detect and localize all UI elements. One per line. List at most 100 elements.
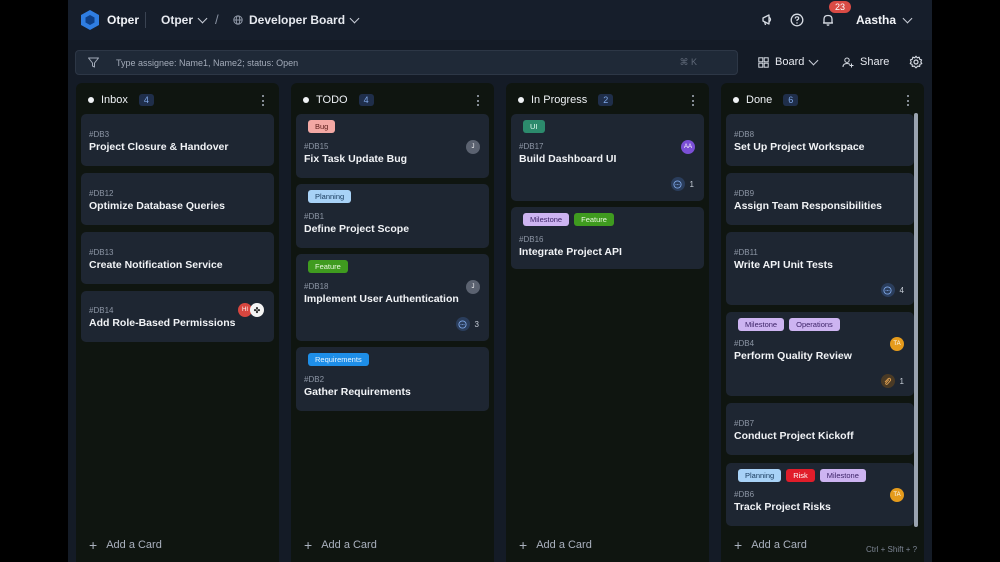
task-card[interactable]: #DB11 Write API Unit Tests 4	[726, 232, 914, 305]
assignee-avatar[interactable]: J	[466, 280, 480, 294]
card-id: #DB17	[519, 142, 544, 151]
plus-icon: +	[519, 537, 528, 553]
add-card-button[interactable]: + Add a Card	[519, 538, 592, 552]
plus-icon: +	[89, 537, 98, 553]
card-title: Assign Team Responsibilities	[734, 200, 883, 212]
add-user-icon	[842, 57, 854, 67]
add-card-label: Add a Card	[321, 539, 377, 551]
board-selector[interactable]: Developer Board	[233, 13, 360, 27]
card-tags: Bug	[308, 120, 336, 133]
status-dot	[303, 97, 309, 103]
task-card[interactable]: #DB8 Set Up Project Workspace	[726, 114, 914, 166]
announcement-icon[interactable]	[760, 12, 776, 28]
task-card[interactable]: Milestone Feature #DB16 Integrate Projec…	[511, 207, 704, 269]
comment-count[interactable]: 4	[880, 283, 904, 297]
task-card[interactable]: Feature #DB18 Implement User Authenticat…	[296, 254, 489, 341]
paperclip-icon	[880, 374, 895, 388]
add-card-button[interactable]: + Add a Card	[89, 538, 162, 552]
column-menu-icon[interactable]	[262, 95, 265, 106]
plus-icon: +	[734, 537, 743, 553]
tag-ui: UI	[523, 120, 545, 133]
assignee-avatar[interactable]: TA	[890, 337, 904, 351]
card-id: #DB11	[734, 248, 758, 257]
column-header: Inbox 4	[88, 94, 154, 106]
globe-icon	[233, 15, 243, 25]
share-button[interactable]: Share	[842, 56, 889, 68]
breadcrumb-separator: /	[215, 12, 219, 27]
assignee-avatar[interactable]: TA	[890, 488, 904, 502]
card-id: #DB4	[734, 339, 755, 348]
column-count-badge: 4	[138, 94, 154, 106]
settings-gear-icon[interactable]	[909, 55, 923, 69]
task-card[interactable]: #DB3 Project Closure & Handover	[81, 114, 274, 166]
tag-planning: Planning	[308, 190, 352, 203]
bell-icon[interactable]	[820, 12, 836, 28]
attachment-count[interactable]: 1	[880, 374, 904, 388]
view-switcher-button[interactable]: Board	[758, 55, 819, 68]
workspace-name: Otper	[161, 13, 194, 27]
view-label: Board	[775, 56, 805, 68]
card-title: Fix Task Update Bug	[304, 153, 408, 165]
workspace-selector[interactable]: Otper	[161, 13, 208, 27]
column-inbox: Inbox 4 #DB3 Project Closure & Handover …	[76, 83, 279, 562]
task-card[interactable]: Bug #DB15 Fix Task Update Bug J	[296, 114, 489, 178]
column-menu-icon[interactable]	[692, 95, 695, 106]
card-title: Create Notification Service	[89, 259, 223, 271]
task-card[interactable]: #DB14 Add Role-Based Permissions HI ✤	[81, 291, 274, 342]
add-card-button[interactable]: + Add a Card	[734, 538, 807, 552]
assignee-avatar[interactable]: ✤	[250, 303, 264, 317]
card-id: #DB16	[519, 235, 544, 244]
column-title: Inbox	[101, 94, 128, 106]
column-done: Done 6 #DB8 Set Up Project Workspace #DB…	[721, 83, 924, 562]
card-title: Optimize Database Queries	[89, 200, 225, 212]
card-id: #DB1	[304, 212, 325, 221]
task-card[interactable]: UI #DB17 Build Dashboard UI AA 1	[511, 114, 704, 201]
task-card[interactable]: #DB12 Optimize Database Queries	[81, 173, 274, 225]
add-card-button[interactable]: + Add a Card	[304, 538, 377, 552]
card-tags: Feature	[308, 260, 348, 273]
comment-icon	[670, 177, 685, 191]
status-dot	[518, 97, 524, 103]
card-title: Gather Requirements	[304, 386, 411, 398]
assignee-avatar[interactable]: J	[466, 140, 480, 154]
notification-badge: 23	[829, 1, 852, 13]
otper-logo-icon[interactable]	[79, 9, 101, 31]
comment-count[interactable]: 1	[670, 177, 694, 191]
column-scrollbar[interactable]	[914, 113, 918, 527]
comment-count[interactable]: 3	[455, 317, 479, 331]
card-id: #DB7	[734, 419, 755, 428]
column-menu-icon[interactable]	[907, 95, 910, 106]
tag-planning: Planning	[738, 469, 782, 482]
task-card[interactable]: Planning Risk Milestone #DB6 Track Proje…	[726, 463, 914, 526]
card-title: Build Dashboard UI	[519, 153, 617, 165]
assignee-avatar[interactable]: AA	[681, 140, 695, 154]
task-card[interactable]: #DB9 Assign Team Responsibilities	[726, 173, 914, 225]
column-menu-icon[interactable]	[477, 95, 480, 106]
task-card[interactable]: #DB13 Create Notification Service	[81, 232, 274, 284]
brand-name[interactable]: Otper	[107, 13, 139, 27]
chevron-down-icon	[902, 13, 913, 23]
help-icon[interactable]	[789, 12, 805, 28]
column-header: In Progress 2	[518, 94, 614, 106]
tag-requirements: Requirements	[308, 353, 369, 366]
task-card[interactable]: Milestone Operations #DB4 Perform Qualit…	[726, 312, 914, 396]
card-tags: Requirements	[308, 353, 369, 366]
task-card[interactable]: Planning #DB1 Define Project Scope	[296, 184, 489, 248]
filter-input[interactable]: Type assignee: Name1, Name2; status: Ope…	[75, 50, 738, 75]
status-dot	[733, 97, 739, 103]
tag-feature: Feature	[308, 260, 348, 273]
board-name: Developer Board	[249, 13, 346, 27]
task-card[interactable]: #DB7 Conduct Project Kickoff	[726, 403, 914, 455]
tag-milestone: Milestone	[819, 469, 866, 482]
task-card[interactable]: Requirements #DB2 Gather Requirements	[296, 347, 489, 411]
card-id: #DB6	[734, 490, 755, 499]
user-name: Aastha	[856, 13, 897, 27]
top-bar: Otper Otper / Developer Board 23 Aastha	[68, 0, 932, 40]
card-tags: Planning Risk Milestone	[738, 469, 866, 482]
card-id: #DB8	[734, 130, 755, 139]
user-menu[interactable]: Aastha	[856, 13, 913, 27]
card-title: Integrate Project API	[519, 246, 622, 258]
tag-milestone: Milestone	[523, 213, 570, 226]
card-title: Perform Quality Review	[734, 350, 852, 362]
shortcut-hint: Ctrl + Shift + ?	[866, 545, 918, 554]
